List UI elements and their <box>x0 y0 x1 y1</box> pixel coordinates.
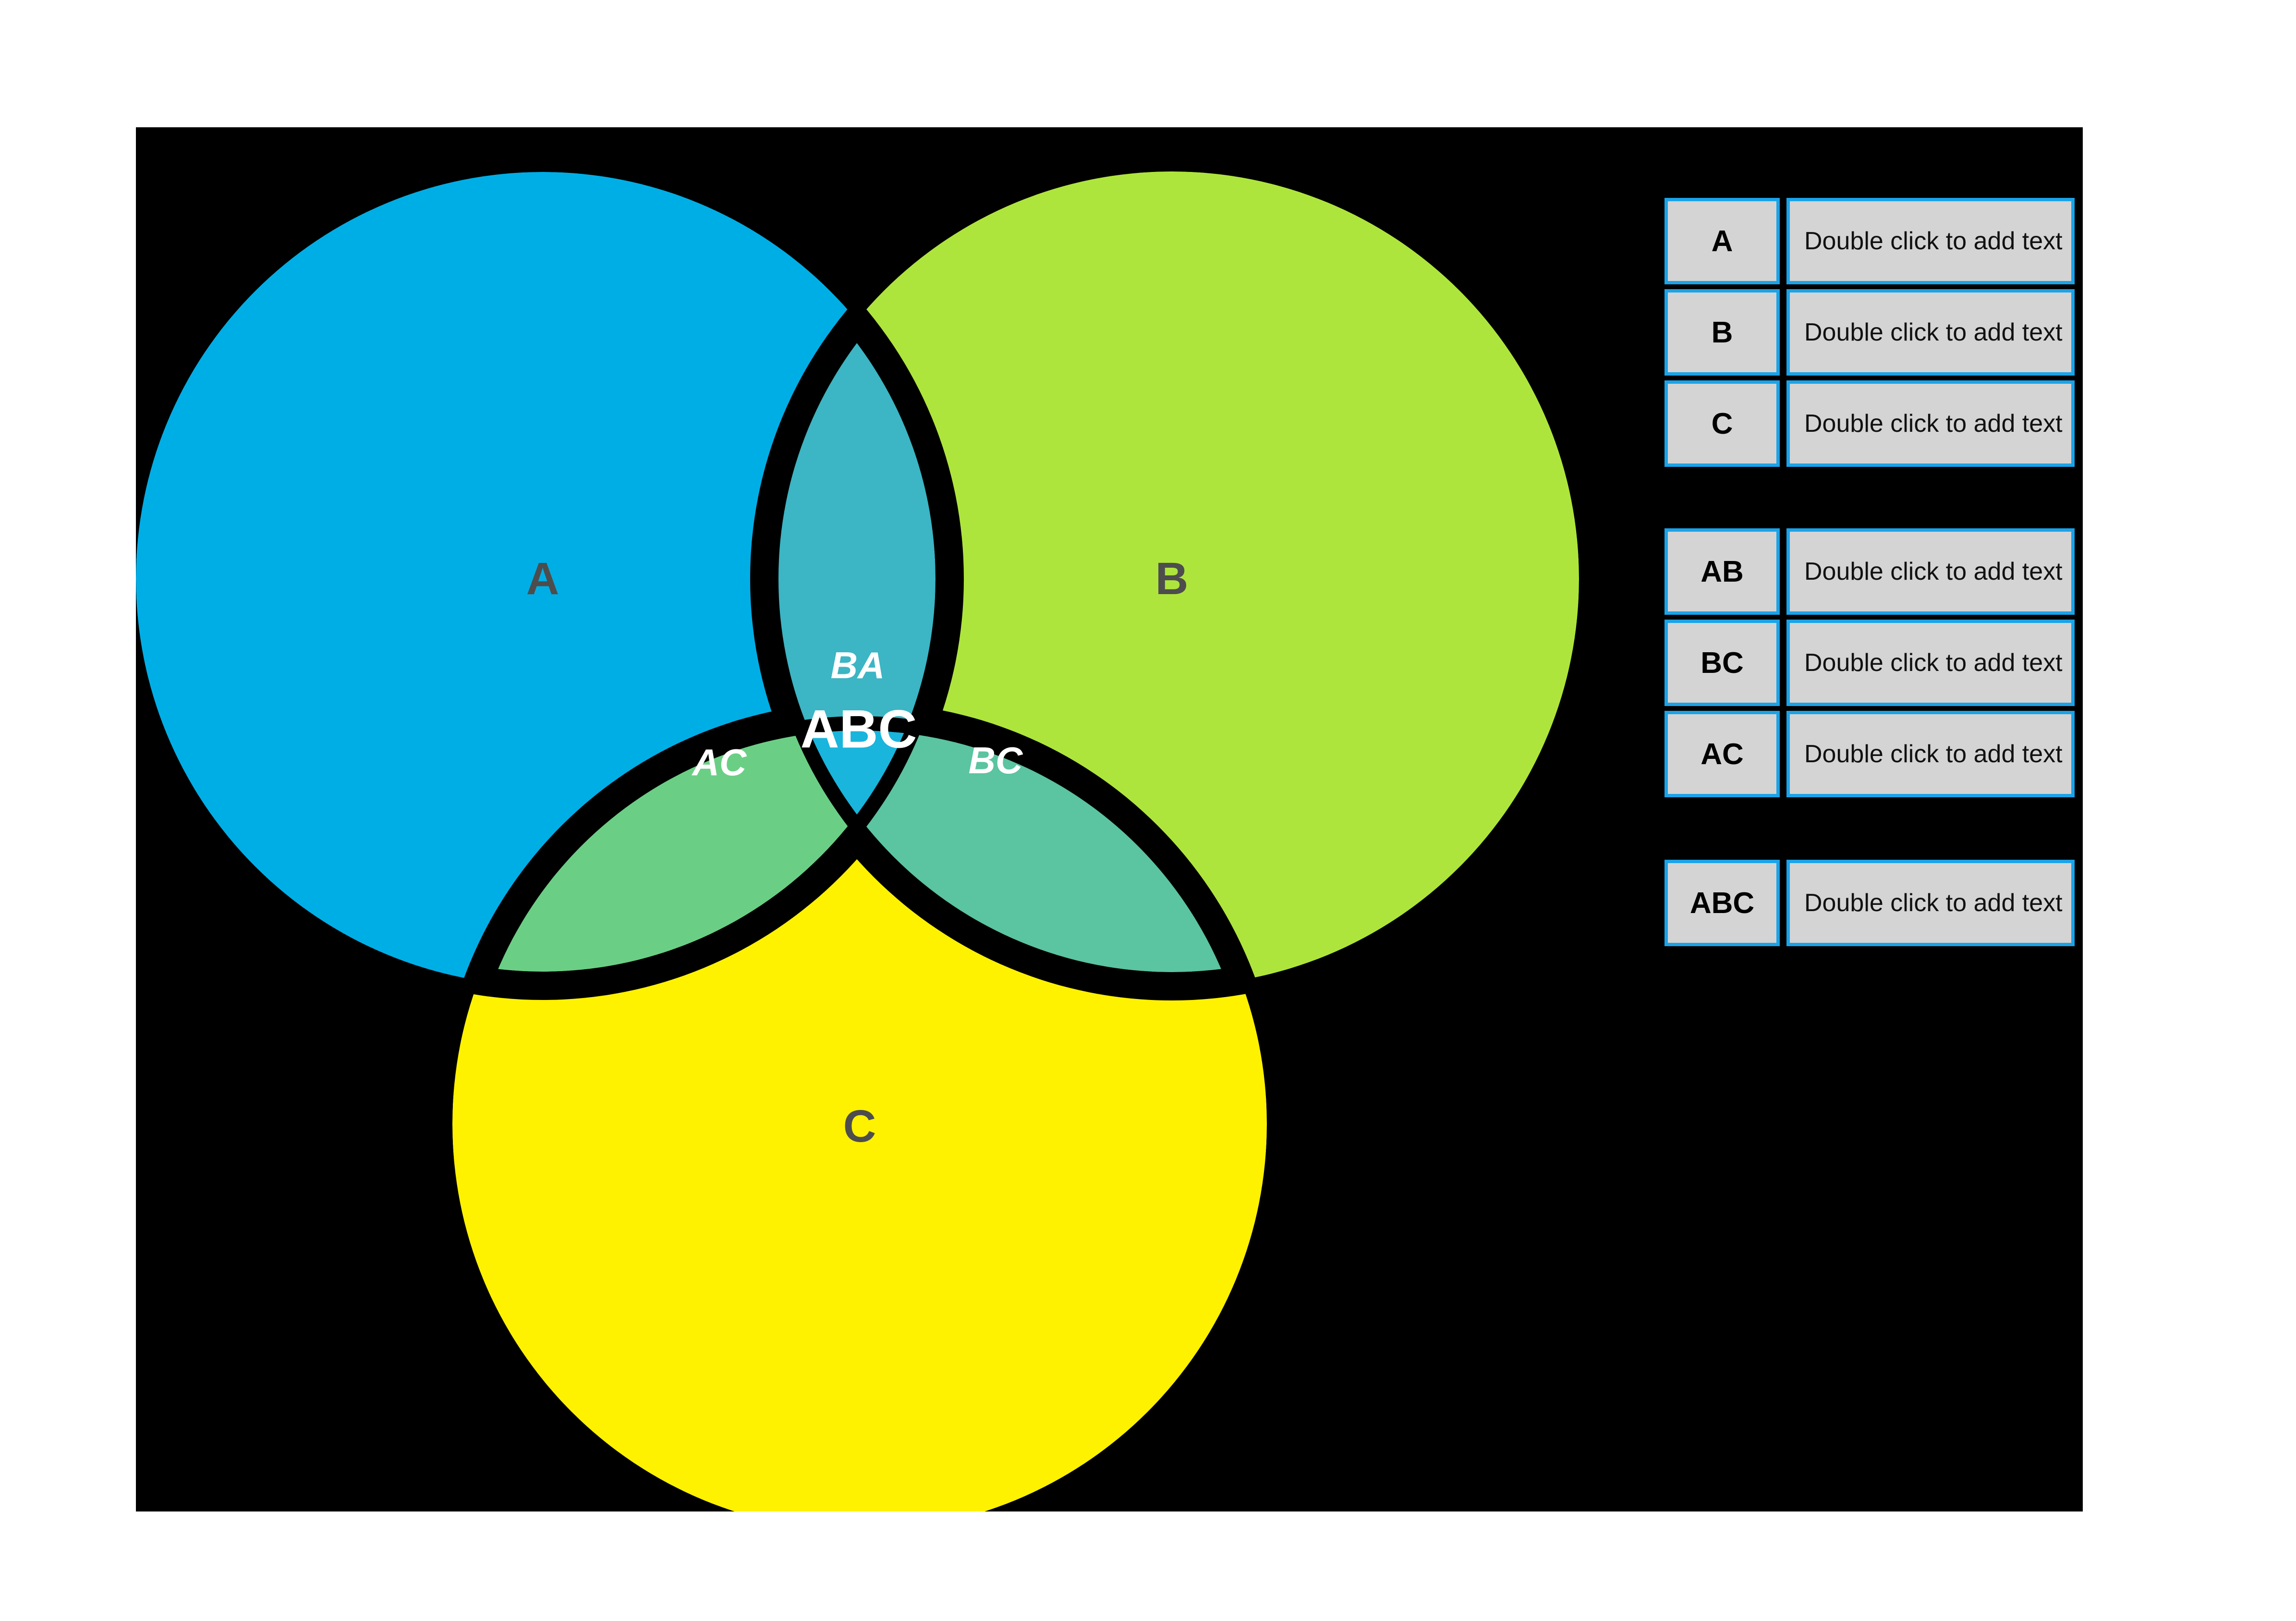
intersection-label-BC: BC <box>969 739 1023 781</box>
circle-label-B: B <box>1155 553 1189 604</box>
legend-key-AB: AB <box>1664 528 1780 615</box>
legend-key-B: B <box>1664 289 1780 376</box>
legend-value-A[interactable]: Double click to add text <box>1786 198 2075 284</box>
circle-label-A: A <box>526 553 559 604</box>
legend-row-BC[interactable]: BC Double click to add text <box>1664 620 2075 706</box>
circle-label-C: C <box>843 1101 876 1152</box>
legend-key-BC: BC <box>1664 620 1780 706</box>
legend-value-AB[interactable]: Double click to add text <box>1786 528 2075 615</box>
slide-stage: A B C BA AC BC ABC A Double click to add… <box>0 0 2296 1621</box>
legend-value-C[interactable]: Double click to add text <box>1786 380 2075 467</box>
legend-value-AC[interactable]: Double click to add text <box>1786 711 2075 797</box>
intersection-label-AC: AC <box>692 741 747 783</box>
legend-group-singles: A Double click to add text B Double clic… <box>1664 198 2075 472</box>
legend-group-pairs: AB Double click to add text BC Double cl… <box>1664 528 2075 802</box>
legend-row-A[interactable]: A Double click to add text <box>1664 198 2075 284</box>
legend-row-ABC[interactable]: ABC Double click to add text <box>1664 860 2075 946</box>
intersection-label-BA: BA <box>831 644 885 686</box>
legend-value-BC[interactable]: Double click to add text <box>1786 620 2075 706</box>
legend-row-AB[interactable]: AB Double click to add text <box>1664 528 2075 615</box>
legend-value-ABC[interactable]: Double click to add text <box>1786 860 2075 946</box>
legend-key-AC: AC <box>1664 711 1780 797</box>
legend-value-B[interactable]: Double click to add text <box>1786 289 2075 376</box>
legend-key-C: C <box>1664 380 1780 467</box>
legend-row-AC[interactable]: AC Double click to add text <box>1664 711 2075 797</box>
legend-key-A: A <box>1664 198 1780 284</box>
legend-group-triple: ABC Double click to add text <box>1664 860 2075 951</box>
legend-row-B[interactable]: B Double click to add text <box>1664 289 2075 376</box>
legend-row-C[interactable]: C Double click to add text <box>1664 380 2075 467</box>
intersection-label-ABC: ABC <box>801 699 917 759</box>
legend-key-ABC: ABC <box>1664 860 1780 946</box>
